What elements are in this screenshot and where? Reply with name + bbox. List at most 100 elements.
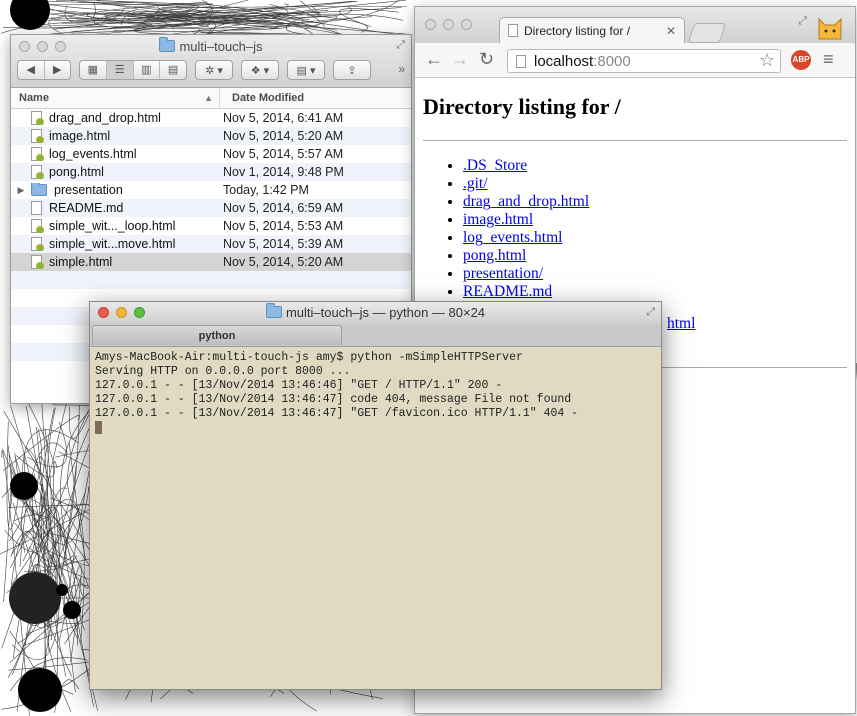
gear-icon: ✲ ▾ bbox=[205, 64, 223, 77]
file-date: Today, 1:42 PM bbox=[223, 183, 309, 197]
share-button[interactable]: ⇪ bbox=[333, 60, 371, 80]
adblock-icon[interactable]: ABP bbox=[791, 50, 811, 70]
table-row[interactable]: image.html Nov 5, 2014, 5:20 AM bbox=[11, 127, 411, 145]
directory-link[interactable]: presentation/ bbox=[463, 265, 543, 282]
html-file-icon bbox=[31, 111, 44, 125]
bookmark-star-icon[interactable]: ☆ bbox=[759, 50, 775, 71]
action-gear-button[interactable]: ✲ ▾ bbox=[195, 60, 233, 80]
file-name: presentation bbox=[31, 183, 211, 197]
page-icon bbox=[516, 55, 526, 68]
disclosure-triangle-icon[interactable]: ▶ bbox=[11, 185, 31, 196]
directory-link[interactable]: pong.html bbox=[463, 247, 526, 264]
terminal-line: Amys-MacBook-Air:multi-touch-js amy$ pyt… bbox=[95, 351, 523, 364]
tab-python[interactable]: python bbox=[92, 325, 342, 345]
tab-strip: Directory listing for / ✕ ⤢ bbox=[415, 7, 855, 43]
table-row[interactable]: README.md Nov 5, 2014, 6:59 AM bbox=[11, 199, 411, 217]
back-icon[interactable]: ◀ bbox=[18, 61, 45, 79]
table-row[interactable]: simple_wit..._loop.html Nov 5, 2014, 5:53… bbox=[11, 217, 411, 235]
finder-titlebar[interactable]: multi–touch–js ⤢ ◀ ▶ ▦ ☰ ▥ ▤ ✲ ▾ ❖ ▾ ▤ ▾ ⇪ » bbox=[11, 35, 411, 88]
window-title: multi–touch–js — python — 80×24 bbox=[90, 303, 661, 320]
window-title: multi–touch–js bbox=[11, 37, 411, 54]
view-mode-buttons[interactable]: ▦ ☰ ▥ ▤ bbox=[79, 60, 187, 80]
table-row[interactable]: ▶ presentation Today, 1:42 PM bbox=[11, 181, 411, 199]
menu-icon[interactable]: ≡ bbox=[823, 49, 834, 70]
list-item: pong.html bbox=[463, 247, 847, 265]
date-column-header[interactable]: Date Modified bbox=[220, 88, 304, 108]
directory-link[interactable]: README.md bbox=[463, 283, 552, 300]
icon-view-icon[interactable]: ▦ bbox=[80, 61, 107, 79]
text-file-icon bbox=[31, 201, 42, 215]
minimize-button[interactable] bbox=[443, 19, 454, 30]
wallpaper-stroke bbox=[16, 400, 55, 478]
html-file-icon bbox=[31, 219, 44, 233]
share-icon: ⇪ bbox=[347, 64, 357, 77]
text-cursor bbox=[95, 421, 102, 434]
html-file-icon bbox=[31, 165, 44, 179]
terminal-prompt-line bbox=[95, 421, 656, 437]
list-item: image.html bbox=[463, 211, 847, 229]
column-view-icon[interactable]: ▥ bbox=[134, 61, 161, 79]
name-column-header[interactable]: Name ▲ bbox=[11, 88, 220, 108]
close-button[interactable] bbox=[425, 19, 436, 30]
new-tab-button[interactable] bbox=[687, 23, 727, 43]
terminal-line: 127.0.0.1 - - [13/Nov/2014 13:46:47] cod… bbox=[95, 393, 572, 406]
forward-icon[interactable]: ▶ bbox=[45, 61, 71, 79]
page-icon bbox=[508, 24, 518, 37]
file-date: Nov 5, 2014, 5:57 AM bbox=[223, 147, 344, 161]
fullscreen-icon[interactable]: ⤢ bbox=[396, 39, 405, 52]
browser-tab[interactable]: Directory listing for / ✕ bbox=[499, 17, 685, 43]
file-date: Nov 5, 2014, 5:20 AM bbox=[223, 129, 344, 143]
directory-link[interactable]: .DS_Store bbox=[463, 157, 527, 174]
back-arrow-icon[interactable]: ← bbox=[425, 49, 443, 70]
toolbar-overflow-icon[interactable]: » bbox=[398, 62, 405, 76]
file-name: simple.html bbox=[31, 255, 211, 269]
arrange-button[interactable]: ▤ ▾ bbox=[287, 60, 325, 80]
file-name: drag_and_drop.html bbox=[31, 111, 211, 125]
table-row[interactable]: simple.html Nov 5, 2014, 5:20 AM bbox=[11, 253, 411, 271]
file-name: pong.html bbox=[31, 165, 211, 179]
address-bar[interactable]: localhost:8000 bbox=[507, 49, 781, 73]
toolbar: ← → ↻ localhost:8000 ☆ ABP ≡ bbox=[415, 43, 855, 78]
file-date: Nov 5, 2014, 5:20 AM bbox=[223, 255, 344, 269]
table-row[interactable]: pong.html Nov 1, 2014, 9:48 PM bbox=[11, 163, 411, 181]
list-item: .DS_Store bbox=[463, 157, 847, 175]
list-view-icon[interactable]: ☰ bbox=[106, 61, 134, 79]
terminal-output[interactable]: Amys-MacBook-Air:multi-touch-js amy$ pyt… bbox=[90, 347, 661, 441]
terminal-titlebar[interactable]: multi–touch–js — python — 80×24 ⤢ bbox=[90, 302, 661, 324]
page-heading: Directory listing for / bbox=[423, 94, 621, 119]
file-date: Nov 5, 2014, 6:59 AM bbox=[223, 201, 344, 215]
html-file-icon bbox=[31, 255, 44, 269]
table-row[interactable]: log_events.html Nov 5, 2014, 5:57 AM bbox=[11, 145, 411, 163]
profile-cat-icon[interactable] bbox=[815, 11, 845, 41]
terminal-line: 127.0.0.1 - - [13/Nov/2014 13:46:47] "GE… bbox=[95, 407, 579, 420]
directory-link[interactable]: .git/ bbox=[463, 175, 488, 192]
terminal-line: 127.0.0.1 - - [13/Nov/2014 13:46:46] "GE… bbox=[95, 379, 503, 392]
page-content: Directory listing for / .DS_Store.git/dr… bbox=[415, 94, 855, 368]
fullscreen-icon[interactable]: ⤢ bbox=[798, 15, 807, 28]
partial-link[interactable]: html bbox=[667, 315, 695, 333]
forward-arrow-icon[interactable]: → bbox=[451, 49, 469, 70]
directory-link[interactable]: log_events.html bbox=[463, 229, 562, 246]
file-name: image.html bbox=[31, 129, 211, 143]
dropbox-button[interactable]: ❖ ▾ bbox=[241, 60, 279, 80]
wallpaper-stroke bbox=[2, 415, 80, 471]
list-item: drag_and_drop.html bbox=[463, 193, 847, 211]
coverflow-view-icon[interactable]: ▤ bbox=[160, 61, 186, 79]
reload-icon[interactable]: ↻ bbox=[479, 49, 494, 70]
empty-row bbox=[11, 271, 411, 289]
html-file-icon bbox=[31, 237, 44, 251]
file-name: simple_wit...move.html bbox=[31, 237, 211, 251]
file-date: Nov 5, 2014, 6:41 AM bbox=[223, 111, 344, 125]
fullscreen-icon[interactable]: ⤢ bbox=[646, 306, 655, 319]
file-name: README.md bbox=[31, 201, 211, 215]
table-row[interactable]: drag_and_drop.html Nov 5, 2014, 6:41 AM bbox=[11, 109, 411, 127]
folder-icon bbox=[265, 303, 282, 318]
zoom-button[interactable] bbox=[461, 19, 472, 30]
directory-link[interactable]: drag_and_drop.html bbox=[463, 193, 589, 210]
directory-link[interactable]: image.html bbox=[463, 211, 533, 228]
tab-close-icon[interactable]: ✕ bbox=[666, 18, 676, 44]
terminal-window: multi–touch–js — python — 80×24 ⤢ python… bbox=[89, 301, 662, 690]
back-forward-buttons[interactable]: ◀ ▶ bbox=[17, 60, 71, 80]
column-headers: Name ▲ Date Modified bbox=[11, 88, 411, 109]
table-row[interactable]: simple_wit...move.html Nov 5, 2014, 5:39 … bbox=[11, 235, 411, 253]
